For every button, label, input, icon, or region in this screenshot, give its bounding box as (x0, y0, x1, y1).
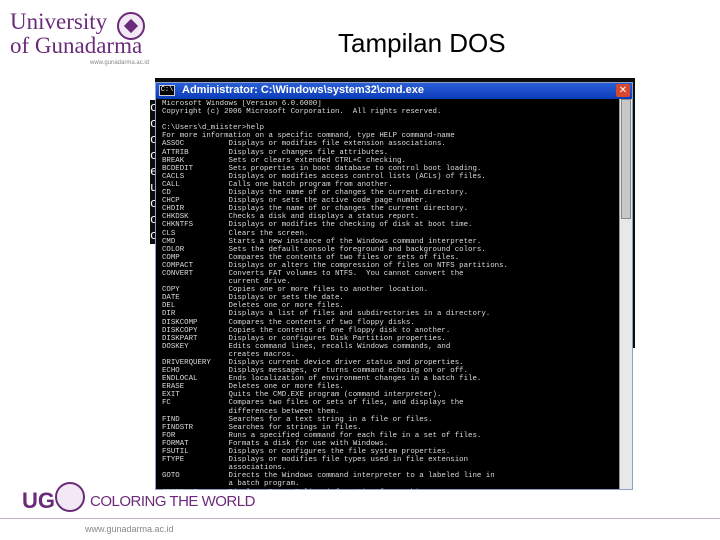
console-line: DISKCOMP Compares the contents of two fl… (162, 318, 415, 327)
cmd-scrollbar[interactable] (619, 99, 632, 489)
console-line: ERASE Deletes one or more files. (162, 383, 344, 392)
console-line: CHKNTFS Displays or modifies the checkin… (162, 221, 473, 230)
logo-url: www.gunadarma.ac.id (90, 60, 150, 66)
console-line: CMD Starts a new instance of the Windows… (162, 237, 482, 246)
console-line: DISKCOPY Copies the contents of one flop… (162, 326, 451, 335)
cmd-console-output[interactable]: Microsoft Windows [Version 6.0.6000] Copy… (162, 100, 614, 490)
footer-url: www.gunadarma.ac.id (85, 524, 174, 534)
console-line: Copyright (c) 2006 Microsoft Corporation… (162, 108, 442, 117)
console-line: BCDEDIT Sets properties in boot database… (162, 164, 482, 173)
console-line: COPY Copies one or more files to another… (162, 286, 429, 295)
console-line: DISKPART Displays or configures Disk Par… (162, 334, 446, 343)
console-line: COLOR Sets the default console foregroun… (162, 245, 486, 254)
console-line: CACLS Displays or modifies access contro… (162, 172, 486, 181)
console-line: DOSKEY Edits command lines, recalls Wind… (162, 342, 451, 351)
close-icon[interactable]: ✕ (616, 84, 630, 97)
console-line: FTYPE Displays or modifies file types us… (162, 456, 469, 465)
footer-divider (0, 518, 720, 519)
footer-logo: UG COLORING THE WORLD (22, 482, 255, 516)
console-line: FC Compares two files or sets of files, … (162, 399, 464, 408)
console-line: DATE Displays or sets the date. (162, 294, 344, 303)
slide-title: Tampilan DOS (338, 28, 506, 58)
console-line: associations. (162, 464, 287, 473)
console-line: ECHO Displays messages, or turns command… (162, 367, 469, 376)
console-line: ENDLOCAL Ends localization of environmen… (162, 375, 482, 384)
console-line: CHKDSK Checks a disk and displays a stat… (162, 213, 420, 222)
footer-seal-icon (55, 482, 85, 512)
console-line: CHCP Displays or sets the active code pa… (162, 197, 429, 206)
university-seal-icon (117, 12, 145, 40)
footer-ug-text: UG (22, 488, 55, 513)
console-line: CHDIR Displays the name of or changes th… (162, 205, 469, 214)
console-line: COMP Compares the contents of two files … (162, 253, 460, 262)
console-line: DIR Displays a list of files and subdire… (162, 310, 491, 319)
console-line: ASSOC Displays or modifies file extensio… (162, 140, 446, 149)
console-line: C:\Users\d_miister>help (162, 124, 265, 133)
console-line: current drive. (162, 278, 291, 287)
console-line: differences between them. (162, 407, 340, 416)
scrollbar-thumb[interactable] (621, 99, 631, 219)
cmd-window-icon[interactable]: C:\ (159, 85, 175, 96)
console-line: a batch program. (162, 480, 300, 489)
console-line: FSUTIL Displays or configures the file s… (162, 448, 451, 457)
console-line: CLS Clears the screen. (162, 229, 309, 238)
console-line: EXIT Quits the CMD.EXE program (command … (162, 391, 442, 400)
console-line: Microsoft Windows [Version 6.0.6000] (162, 100, 322, 108)
console-line: FINDSTR Searches for strings in files. (162, 423, 362, 432)
university-logo: University of Gunadarma www.gunadarma.ac… (10, 10, 160, 70)
cmd-window[interactable]: C:\ Administrator: C:\Windows\system32\c… (155, 82, 633, 490)
console-line: CONVERT Converts FAT volumes to NTFS. Yo… (162, 269, 464, 278)
console-line: CD Displays the name of or changes the c… (162, 189, 469, 198)
console-line: FOR Runs a specified command for each fi… (162, 431, 482, 440)
console-line: For more information on a specific comma… (162, 132, 455, 141)
console-line: COMPACT Displays or alters the compressi… (162, 261, 508, 270)
console-line: creates macros. (162, 350, 296, 359)
console-line: FIND Searches for a text string in a fil… (162, 415, 433, 424)
cmd-titlebar[interactable]: C:\ Administrator: C:\Windows\system32\c… (156, 83, 632, 99)
console-line: GPRESULT Displays Group Policy informati… (162, 489, 614, 491)
console-line: ATTRIB Displays or changes file attribut… (162, 148, 389, 157)
console-line: CALL Calls one batch program from anothe… (162, 180, 393, 189)
console-line: DRIVERQUERY Displays current device driv… (162, 359, 464, 367)
console-line: DEL Deletes one or more files. (162, 302, 344, 311)
cmd-window-title: Administrator: C:\Windows\system32\cmd.e… (182, 84, 424, 96)
console-line: GOTO Directs the Windows command interpr… (162, 472, 495, 481)
console-line: BREAK Sets or clears extended CTRL+C che… (162, 156, 406, 165)
console-line: FORMAT Formats a disk for use with Windo… (162, 439, 389, 448)
footer-tagline: COLORING THE WORLD (90, 493, 255, 510)
